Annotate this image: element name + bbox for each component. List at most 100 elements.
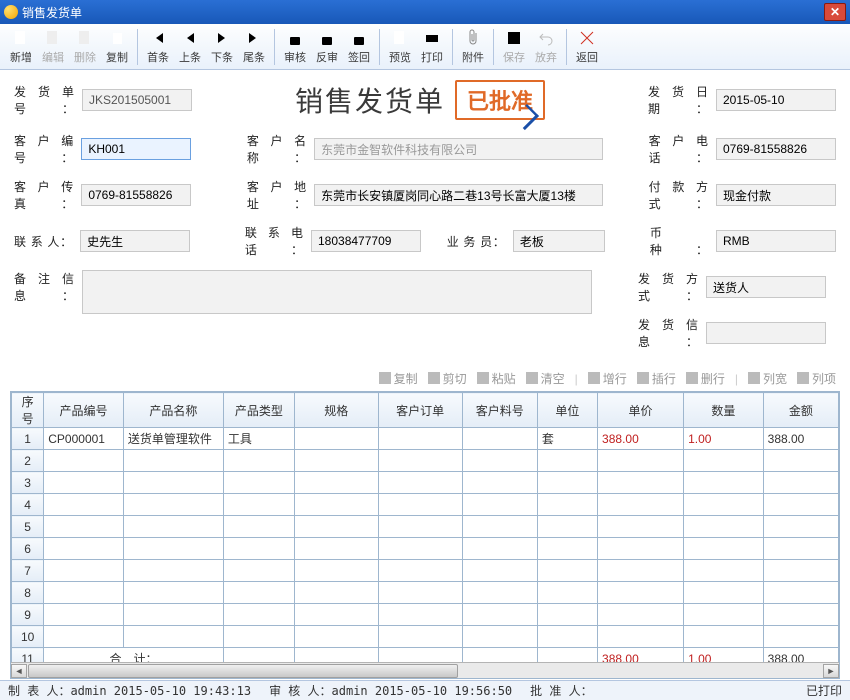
cell-spec[interactable] (294, 516, 378, 538)
cell-qty[interactable] (684, 538, 764, 560)
cell-name[interactable] (123, 626, 223, 648)
cell-order[interactable] (378, 582, 462, 604)
cust-addr-input[interactable] (314, 184, 603, 206)
row-addrow-button[interactable]: 增行 (588, 370, 627, 387)
cell-matno[interactable] (462, 582, 537, 604)
cell-spec[interactable] (294, 560, 378, 582)
cell-price[interactable] (598, 516, 684, 538)
cell-price[interactable] (598, 450, 684, 472)
cell-code[interactable] (44, 538, 124, 560)
date-input[interactable] (716, 89, 836, 111)
tb-attach-button[interactable]: 附件 (458, 26, 488, 68)
cell-amt[interactable] (763, 516, 838, 538)
cell-order[interactable] (378, 516, 462, 538)
row-clear-button[interactable]: 清空 (526, 370, 565, 387)
row-paste-button[interactable]: 粘贴 (477, 370, 516, 387)
cell-qty[interactable] (684, 560, 764, 582)
cell-name[interactable] (123, 582, 223, 604)
cell-unit[interactable] (537, 494, 597, 516)
cust-name-input[interactable] (314, 138, 603, 160)
tb-return-button[interactable]: 返回 (572, 26, 602, 68)
doc-no-input[interactable] (82, 89, 192, 111)
cell-name[interactable] (123, 516, 223, 538)
grid-hscroll[interactable]: ◄ ► (11, 662, 839, 678)
cell-unit[interactable] (537, 626, 597, 648)
cell-unit[interactable] (537, 538, 597, 560)
cell-matno[interactable] (462, 428, 537, 450)
cell-name[interactable] (123, 560, 223, 582)
cell-qty[interactable] (684, 472, 764, 494)
cell-qty[interactable] (684, 626, 764, 648)
table-row[interactable]: 6 (12, 538, 839, 560)
close-button[interactable]: ✕ (824, 3, 846, 21)
tb-unaudit-button[interactable]: 反审 (312, 26, 342, 68)
tb-edit-button[interactable]: 编辑 (38, 26, 68, 68)
contact-input[interactable] (80, 230, 190, 252)
col-header[interactable]: 单价 (598, 393, 684, 428)
row-colitem-button[interactable]: 列项 (797, 370, 836, 387)
cell-amt[interactable] (763, 560, 838, 582)
row-delrow-button[interactable]: 删行 (686, 370, 725, 387)
cell-qty[interactable]: 1.00 (684, 428, 764, 450)
cell-matno[interactable] (462, 538, 537, 560)
tb-first-button[interactable]: 首条 (143, 26, 173, 68)
tb-prev-button[interactable]: 上条 (175, 26, 205, 68)
cell-unit[interactable] (537, 604, 597, 626)
cell-price[interactable]: 388.00 (598, 428, 684, 450)
cell-price[interactable] (598, 604, 684, 626)
cell-unit[interactable] (537, 582, 597, 604)
cell-matno[interactable] (462, 516, 537, 538)
tb-audit-button[interactable]: 审核 (280, 26, 310, 68)
cell-price[interactable] (598, 472, 684, 494)
cell-amt[interactable] (763, 582, 838, 604)
remark-input[interactable] (82, 270, 592, 314)
col-header[interactable]: 产品类型 (223, 393, 294, 428)
col-header[interactable]: 数量 (684, 393, 764, 428)
table-row[interactable]: 10 (12, 626, 839, 648)
table-row[interactable]: 4 (12, 494, 839, 516)
cell-code[interactable] (44, 450, 124, 472)
cust-tel-input[interactable] (716, 138, 836, 160)
cell-price[interactable] (598, 538, 684, 560)
table-row[interactable]: 7 (12, 560, 839, 582)
cell-code[interactable] (44, 472, 124, 494)
currency-input[interactable] (716, 230, 836, 252)
table-row[interactable]: 5 (12, 516, 839, 538)
cell-amt[interactable] (763, 604, 838, 626)
col-header[interactable]: 规格 (294, 393, 378, 428)
cell-type[interactable]: 工具 (223, 428, 294, 450)
cell-code[interactable] (44, 626, 124, 648)
cell-order[interactable] (378, 560, 462, 582)
contact-tel-input[interactable] (311, 230, 421, 252)
col-header[interactable]: 客户料号 (462, 393, 537, 428)
scroll-right-icon[interactable]: ► (823, 664, 839, 678)
cell-price[interactable] (598, 494, 684, 516)
tb-last-button[interactable]: 尾条 (239, 26, 269, 68)
cell-matno[interactable] (462, 472, 537, 494)
cell-type[interactable] (223, 560, 294, 582)
tb-discard-button[interactable]: 放弃 (531, 26, 561, 68)
cell-type[interactable] (223, 604, 294, 626)
cell-unit[interactable] (537, 450, 597, 472)
cell-amt[interactable] (763, 626, 838, 648)
pay-input[interactable] (716, 184, 836, 206)
cell-name[interactable] (123, 450, 223, 472)
tb-delete-button[interactable]: 删除 (70, 26, 100, 68)
cell-order[interactable] (378, 538, 462, 560)
cell-order[interactable] (378, 472, 462, 494)
cell-type[interactable] (223, 450, 294, 472)
cell-price[interactable] (598, 626, 684, 648)
cell-matno[interactable] (462, 626, 537, 648)
sales-input[interactable] (513, 230, 605, 252)
cell-unit[interactable]: 套 (537, 428, 597, 450)
cell-matno[interactable] (462, 450, 537, 472)
cell-order[interactable] (378, 428, 462, 450)
ship-way-input[interactable] (706, 276, 826, 298)
cell-price[interactable] (598, 582, 684, 604)
row-copy-button[interactable]: 复制 (379, 370, 418, 387)
cell-name[interactable] (123, 538, 223, 560)
tb-save-button[interactable]: 保存 (499, 26, 529, 68)
cell-matno[interactable] (462, 560, 537, 582)
cell-code[interactable] (44, 516, 124, 538)
cell-type[interactable] (223, 472, 294, 494)
